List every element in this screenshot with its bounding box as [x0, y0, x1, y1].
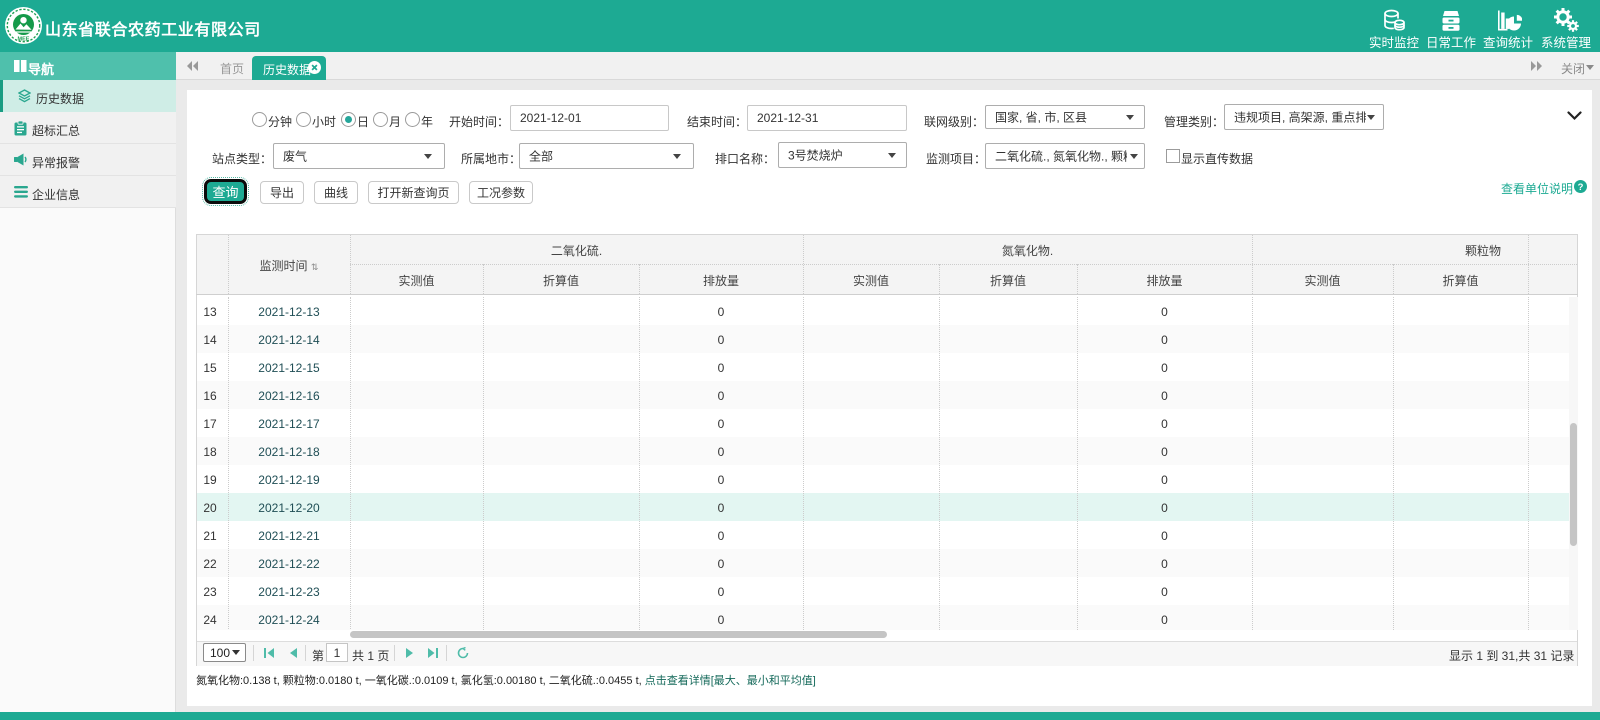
svg-text:MEE: MEE: [18, 37, 30, 43]
svg-text:?: ?: [1578, 182, 1584, 193]
